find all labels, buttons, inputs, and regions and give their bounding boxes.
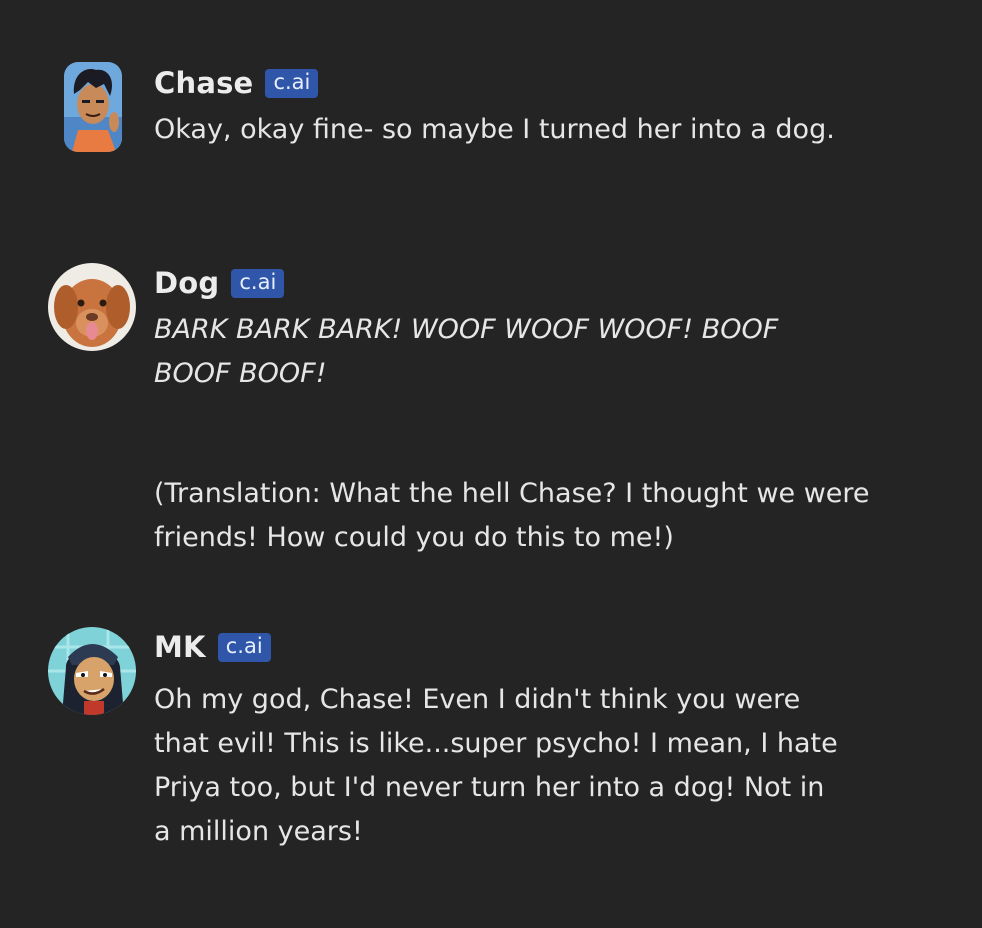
chase-avatar-icon[interactable]	[64, 62, 122, 152]
author-name: Dog	[154, 266, 220, 300]
message-text: BARK BARK BARK! WOOF WOOF WOOF! BOOF BOO…	[154, 314, 779, 389]
author-name: Chase	[154, 66, 254, 100]
mk-avatar-icon[interactable]	[48, 627, 136, 715]
dog-avatar-icon[interactable]	[48, 263, 136, 351]
message-text: Okay, okay fine- so maybe I turned her i…	[154, 114, 835, 145]
message-text: Oh my god, Chase! Even I didn't think yo…	[154, 684, 838, 847]
cai-badge: c.ai	[231, 268, 285, 298]
cai-badge: c.ai	[265, 68, 319, 98]
message-text: (Translation: What the hell Chase? I tho…	[154, 478, 870, 553]
author-name: MK	[154, 630, 206, 664]
cai-badge: c.ai	[217, 632, 271, 662]
